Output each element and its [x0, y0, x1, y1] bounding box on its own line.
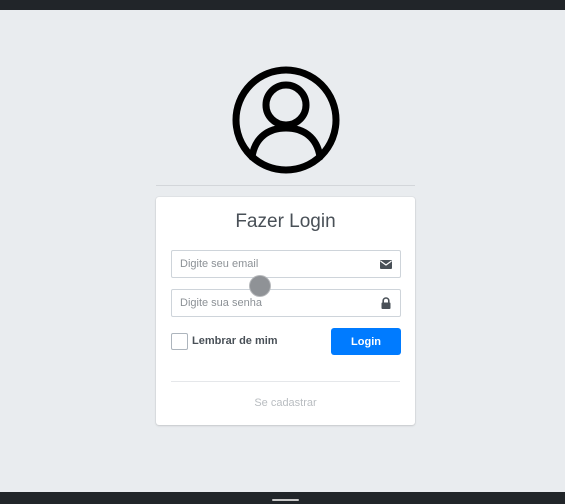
divider [156, 185, 415, 186]
password-field[interactable] [171, 289, 401, 317]
touch-indicator [249, 275, 271, 297]
page-title: Fazer Login [235, 211, 336, 232]
remember-checkbox[interactable] [171, 333, 188, 350]
remember-label: Lembrar de mim [192, 335, 278, 347]
user-circle-icon [232, 66, 340, 174]
login-button[interactable]: Login [331, 328, 401, 355]
card-divider [171, 381, 400, 382]
lock-icon [381, 297, 391, 309]
bottom-bar [0, 492, 565, 504]
home-indicator[interactable] [272, 499, 299, 501]
register-link[interactable]: Se cadastrar [156, 397, 415, 409]
email-field[interactable] [171, 250, 401, 278]
top-bar [0, 0, 565, 10]
email-input[interactable] [172, 251, 362, 277]
envelope-icon [380, 260, 392, 269]
login-card: Fazer Login Lembrar de mim Login Se cada… [156, 197, 415, 425]
